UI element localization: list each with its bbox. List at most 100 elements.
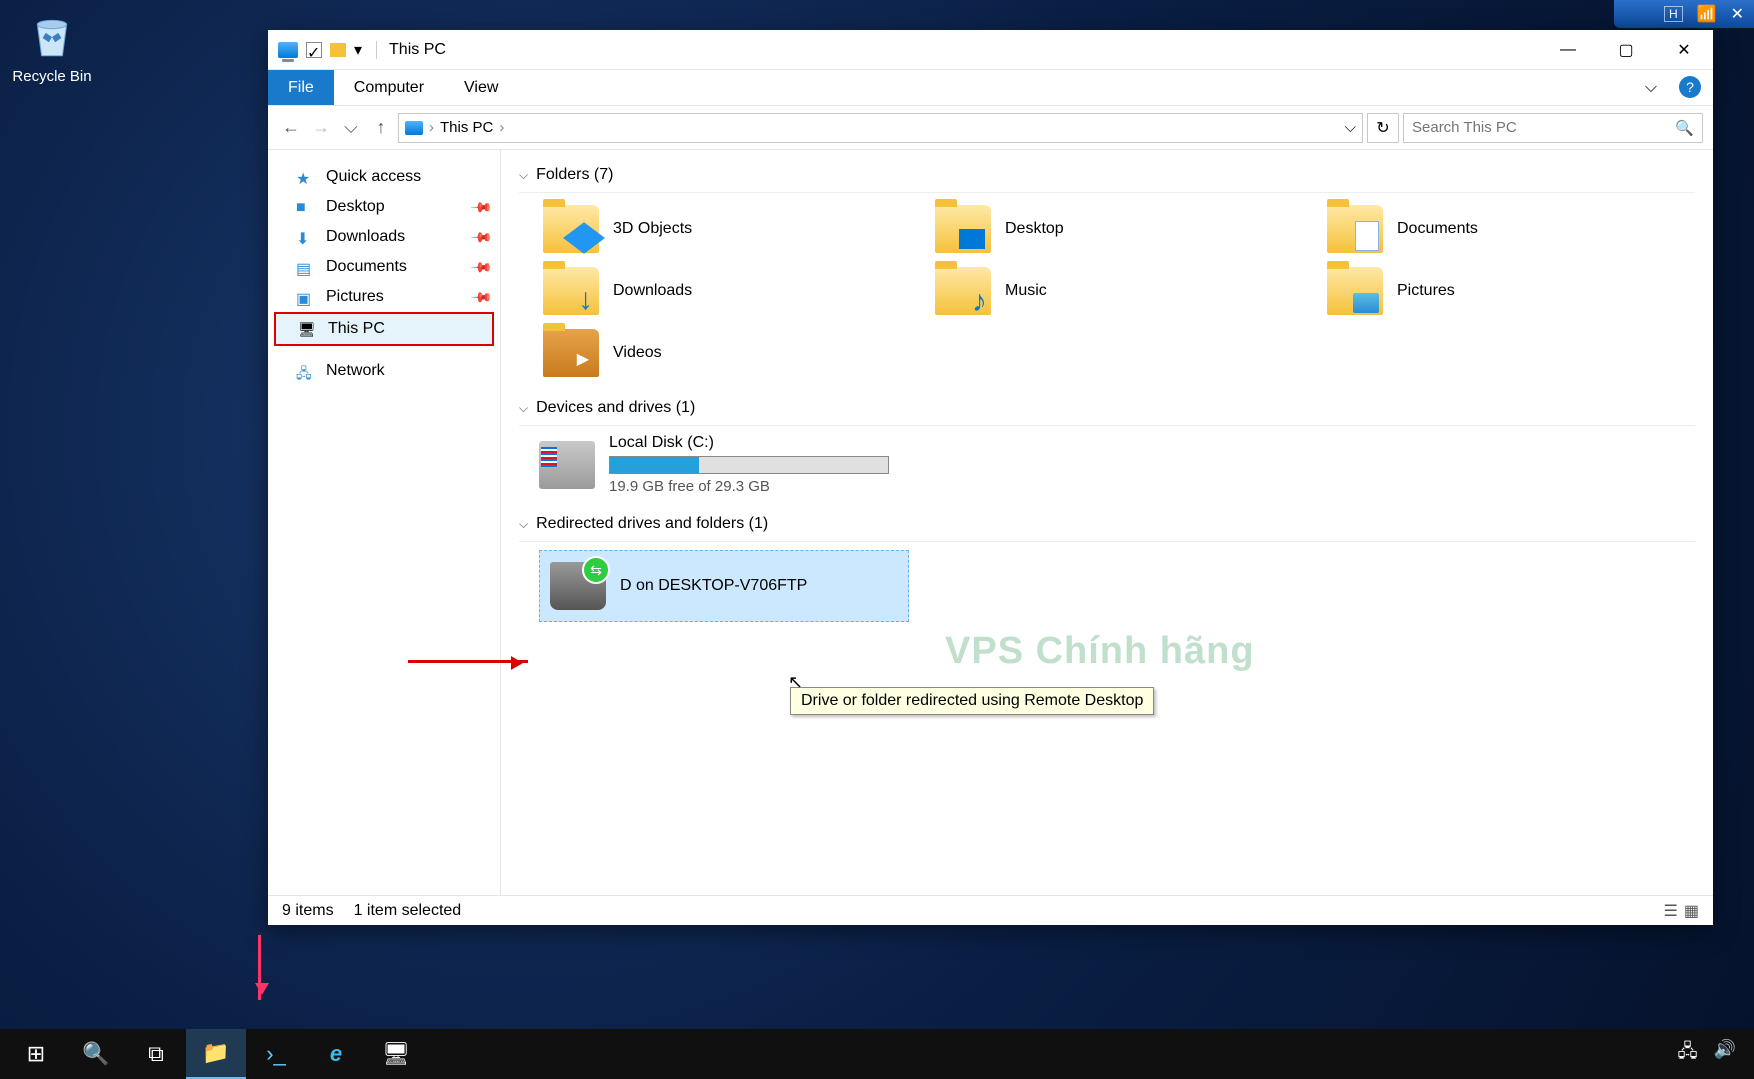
sidebar-item-label: Documents (326, 258, 407, 276)
window-title: This PC (376, 41, 446, 59)
tooltip: Drive or folder redirected using Remote … (790, 687, 1154, 715)
group-header-drives[interactable]: Devices and drives (1) (519, 391, 1695, 426)
drive-free-text: 19.9 GB free of 29.3 GB (609, 478, 889, 495)
search-icon[interactable]: 🔍 (1675, 119, 1694, 137)
sidebar-item-this-pc[interactable]: This PC (274, 312, 494, 346)
group-title: Devices and drives (1) (536, 399, 695, 417)
downloads-icon (296, 229, 316, 245)
nav-up-button[interactable]: ↑ (368, 115, 394, 141)
sidebar-item-documents[interactable]: Documents📌 (268, 252, 500, 282)
recycle-bin-desktop-icon[interactable]: Recycle Bin (12, 12, 92, 85)
pictures-icon (296, 289, 316, 305)
taskbar-ie-button[interactable]: e (306, 1029, 366, 1079)
folder-documents[interactable]: Documents (1323, 201, 1695, 257)
address-chevron-icon[interactable]: › (429, 119, 434, 136)
nav-recent-dropdown[interactable]: ⌵ (338, 115, 364, 141)
recycle-bin-label: Recycle Bin (12, 68, 92, 85)
minimize-button[interactable]: — (1539, 30, 1597, 70)
folder-videos[interactable]: Videos (539, 325, 911, 381)
drive-usage-bar (609, 456, 889, 474)
navigation-pane[interactable]: Quick access Desktop📌 Downloads📌 Documen… (268, 150, 501, 895)
desktop-icon (296, 199, 316, 215)
qat-dropdown[interactable]: ▾ (354, 40, 362, 60)
folder-downloads[interactable]: Downloads (539, 263, 911, 319)
this-pc-icon (278, 42, 298, 58)
folder-desktop[interactable]: Desktop (931, 201, 1303, 257)
nav-back-button[interactable]: ← (278, 115, 304, 141)
start-button[interactable]: ⊞ (6, 1029, 66, 1079)
address-chevron-icon[interactable]: › (499, 119, 504, 136)
group-header-redirected[interactable]: Redirected drives and folders (1) (519, 507, 1695, 542)
rdp-pin-icon[interactable]: H (1664, 6, 1683, 22)
redirected-drive-d[interactable]: D on DESKTOP-V706FTP (539, 550, 909, 622)
group-header-folders[interactable]: Folders (7) (519, 158, 1695, 193)
folder-icon (543, 205, 599, 253)
qat-properties-icon[interactable]: ✓ (306, 42, 322, 58)
network-icon (296, 363, 316, 379)
folder-label: Downloads (613, 282, 692, 300)
close-button[interactable]: ✕ (1655, 30, 1713, 70)
star-icon (296, 169, 316, 185)
group-title: Folders (7) (536, 166, 613, 184)
tab-view[interactable]: View (444, 70, 518, 105)
group-title: Redirected drives and folders (1) (536, 515, 768, 533)
statusbar: 9 items 1 item selected ☰ ▦ (268, 895, 1713, 925)
task-view-button[interactable]: ⧉ (126, 1029, 186, 1079)
search-box[interactable]: 🔍 (1403, 113, 1703, 143)
taskbar[interactable]: ⊞ 🔍 ⧉ 📁 ›_ e 🖥 🖧 🔊 (0, 1029, 1754, 1079)
pin-icon: 📌 (469, 285, 493, 309)
rdp-close-icon[interactable]: ✕ (1731, 4, 1744, 24)
address-segment-this-pc[interactable]: This PC (440, 119, 493, 136)
sidebar-item-label: Network (326, 362, 385, 380)
folder-label: Music (1005, 282, 1047, 300)
status-item-count: 9 items (282, 902, 334, 920)
folder-3d-objects[interactable]: 3D Objects (539, 201, 911, 257)
folder-icon (543, 267, 599, 315)
view-details-icon[interactable]: ☰ (1664, 901, 1678, 921)
taskbar-explorer-button[interactable]: 📁 (186, 1029, 246, 1079)
address-bar[interactable]: › This PC › ⌵ (398, 113, 1363, 143)
sidebar-item-pictures[interactable]: Pictures 📌 (268, 282, 500, 312)
drive-local-c[interactable]: Local Disk (C:) 19.9 GB free of 29.3 GB (539, 434, 1695, 495)
folder-label: Desktop (1005, 220, 1064, 238)
system-tray[interactable]: 🖧 🔊 (1678, 1039, 1749, 1069)
tray-volume-icon[interactable]: 🔊 (1714, 1039, 1736, 1069)
address-pc-icon (405, 121, 423, 135)
folder-pictures[interactable]: Pictures (1323, 263, 1695, 319)
sidebar-item-downloads[interactable]: Downloads📌 (268, 222, 500, 252)
content-pane[interactable]: Folders (7) 3D Objects Desktop Documents… (501, 150, 1713, 895)
titlebar[interactable]: ✓ ▾ This PC — ▢ ✕ (268, 30, 1713, 70)
address-dropdown-icon[interactable]: ⌵ (1345, 119, 1356, 136)
folder-icon (543, 329, 599, 377)
maximize-button[interactable]: ▢ (1597, 30, 1655, 70)
tab-file[interactable]: File (268, 70, 334, 105)
folder-music[interactable]: Music (931, 263, 1303, 319)
sidebar-item-quick-access[interactable]: Quick access (268, 162, 500, 192)
tray-network-icon[interactable]: 🖧 (1678, 1039, 1698, 1069)
pc-icon (298, 321, 318, 337)
qat-newfolder-icon[interactable] (330, 43, 346, 57)
documents-icon (296, 259, 316, 275)
search-input[interactable] (1412, 119, 1675, 136)
status-selected-count: 1 item selected (354, 902, 462, 920)
nav-forward-button[interactable]: → (308, 115, 334, 141)
folder-icon (1327, 205, 1383, 253)
navbar: ← → ⌵ ↑ › This PC › ⌵ ↻ 🔍 (268, 106, 1713, 150)
drive-label: Local Disk (C:) (609, 434, 889, 452)
rdp-connection-bar[interactable]: H 📶 ✕ (1614, 0, 1754, 28)
view-tiles-icon[interactable]: ▦ (1684, 901, 1699, 921)
ribbon-expand-icon[interactable]: ⌵ (1645, 76, 1657, 99)
folder-label: Videos (613, 344, 662, 362)
help-icon[interactable]: ? (1679, 76, 1701, 98)
refresh-button[interactable]: ↻ (1367, 113, 1399, 143)
sidebar-item-desktop[interactable]: Desktop📌 (268, 192, 500, 222)
taskbar-rdp-button[interactable]: 🖥 (366, 1029, 426, 1079)
taskbar-powershell-button[interactable]: ›_ (246, 1029, 306, 1079)
sidebar-item-network[interactable]: Network (268, 356, 500, 386)
taskbar-search-button[interactable]: 🔍 (66, 1029, 126, 1079)
cursor-icon: ↖ (788, 672, 803, 693)
tab-computer[interactable]: Computer (334, 70, 444, 105)
chevron-down-icon (519, 401, 528, 416)
folder-icon (935, 205, 991, 253)
sidebar-item-label: Pictures (326, 288, 384, 306)
